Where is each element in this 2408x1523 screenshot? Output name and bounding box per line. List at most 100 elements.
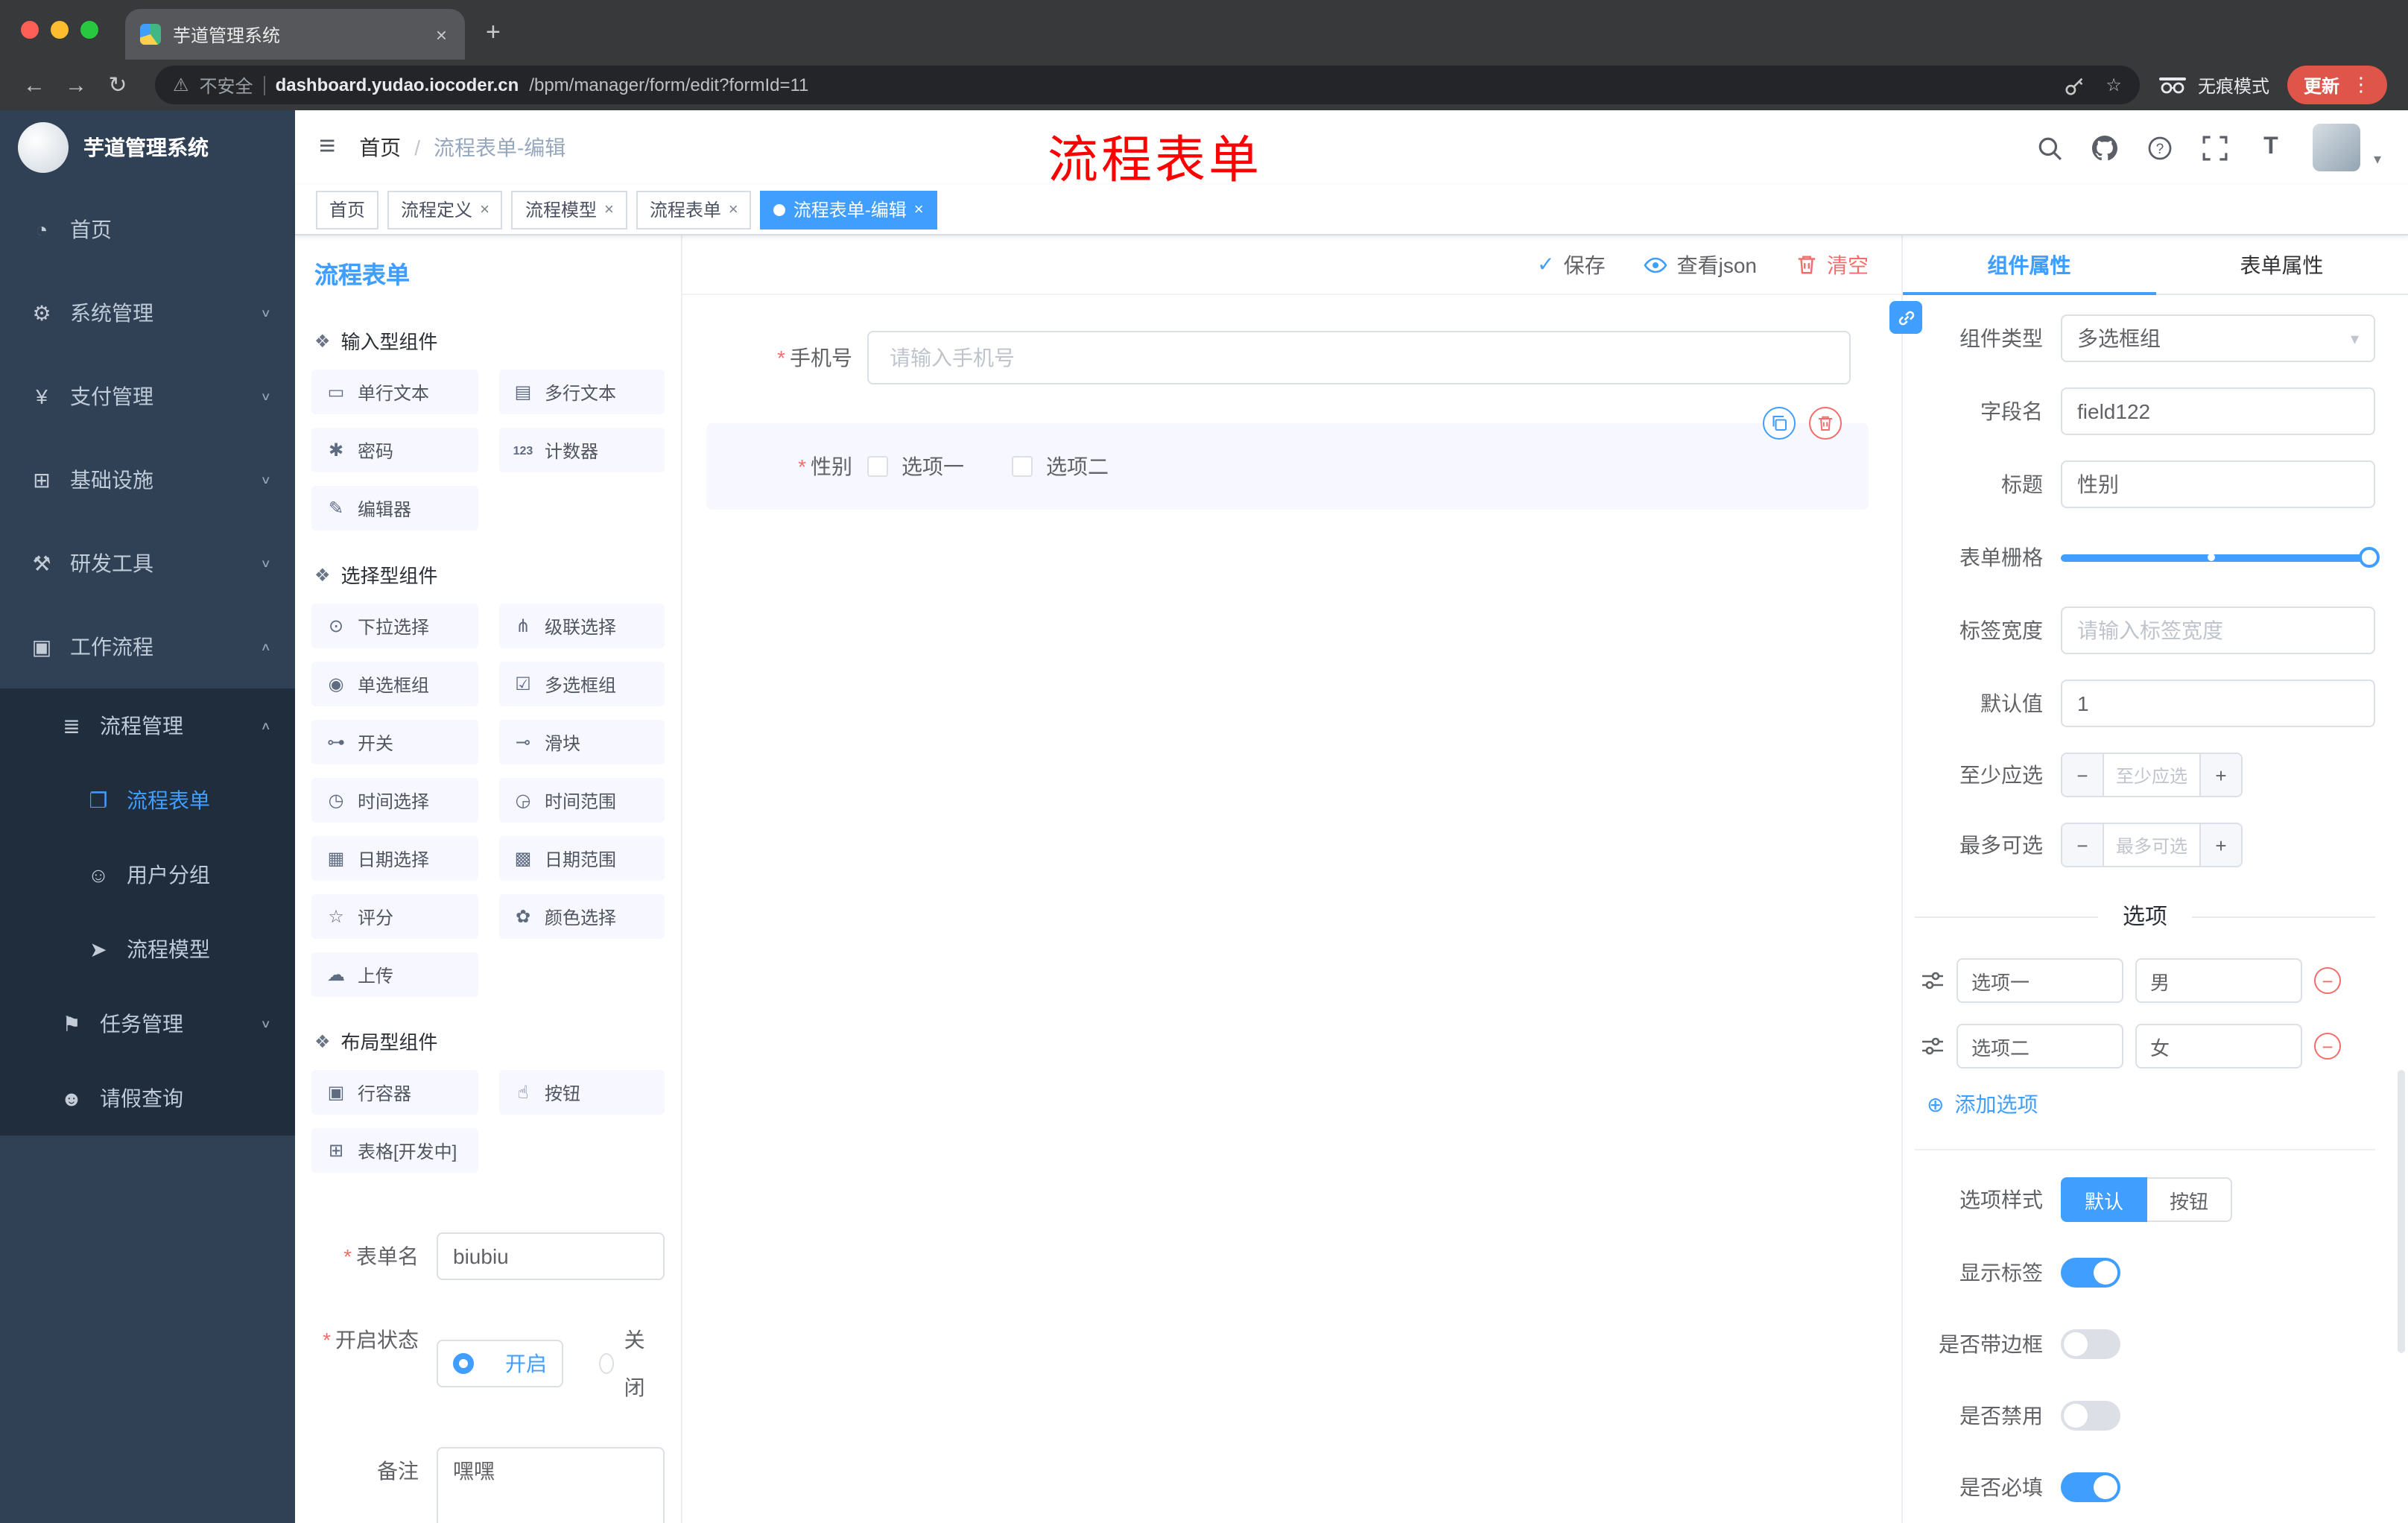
tab-process-form-edit[interactable]: 流程表单-编辑 × [760, 190, 937, 229]
tab-form-props[interactable]: 表单属性 [2155, 235, 2408, 294]
palette-item-single-line-text[interactable]: ▭ 单行文本 [311, 370, 478, 414]
zoom-window-button[interactable] [80, 21, 98, 39]
palette-item-rate[interactable]: ☆ 评分 [311, 894, 478, 939]
sidebar-item-process-model[interactable]: ➤ 流程模型 [0, 912, 295, 987]
style-button-button[interactable]: 按钮 [2147, 1177, 2233, 1222]
fullscreen-icon[interactable] [2202, 134, 2229, 161]
checkbox[interactable] [867, 456, 888, 477]
tab-process-form[interactable]: 流程表单 × [636, 190, 752, 229]
close-icon[interactable]: × [604, 200, 614, 218]
palette-item-row-container[interactable]: ▣ 行容器 [311, 1070, 478, 1115]
sidebar-logo[interactable]: 芋道管理系统 [0, 110, 295, 185]
sidebar-item-user-groups[interactable]: ☺ 用户分组 [0, 838, 295, 912]
palette-item-upload[interactable]: ☁ 上传 [311, 952, 478, 997]
palette-item-swit[interactable]: ⊶ 开关 [311, 720, 478, 764]
option-value-input[interactable] [2135, 958, 2302, 1003]
drag-handle-icon[interactable] [1921, 1034, 1945, 1058]
palette-item-time-range[interactable]: ◶ 时间范围 [498, 778, 665, 823]
help-icon[interactable]: ? [2147, 134, 2174, 161]
close-tab-icon[interactable]: × [433, 23, 450, 45]
close-icon[interactable]: × [729, 200, 738, 218]
palette-item-color-picker[interactable]: ✿ 颜色选择 [498, 894, 665, 939]
palette-item-button[interactable]: ☝ 按钮 [498, 1070, 665, 1115]
sidebar-item-infrastructure[interactable]: ⊞ 基础设施 ∨ [0, 438, 295, 522]
gender-option-1[interactable]: 选项一 [867, 452, 964, 481]
back-icon[interactable]: ← [15, 72, 54, 98]
add-option-button[interactable]: ⊕ 添加选项 [1915, 1089, 2375, 1119]
decrease-button[interactable]: − [2062, 754, 2104, 796]
status-radio-on[interactable]: 开启 [437, 1340, 563, 1387]
palette-item-table[interactable]: ⊞ 表格[开发中] [311, 1128, 478, 1173]
breadcrumb-home[interactable]: 首页 [359, 133, 401, 162]
max-select-placeholder[interactable]: 最多可选 [2104, 824, 2199, 866]
scrollbar-thumb[interactable] [2398, 1070, 2405, 1353]
tab-home[interactable]: 首页 [316, 190, 379, 229]
minimize-window-button[interactable] [51, 21, 69, 39]
close-icon[interactable]: × [914, 200, 924, 218]
phone-input[interactable] [867, 331, 1851, 384]
component-type-select[interactable]: 多选框组 ▾ [2061, 314, 2375, 362]
show-label-switch[interactable] [2061, 1258, 2120, 1288]
delete-field-button[interactable] [1809, 407, 1842, 440]
default-value-input[interactable] [2061, 680, 2375, 727]
with-border-switch[interactable] [2061, 1329, 2120, 1359]
tab-process-model[interactable]: 流程模型 × [511, 190, 627, 229]
form-remark-textarea[interactable]: 嘿嘿 [437, 1447, 665, 1523]
sidebar-item-system[interactable]: ⚙ 系统管理 ∨ [0, 271, 295, 355]
gender-option-2[interactable]: 选项二 [1012, 452, 1109, 481]
remove-option-button[interactable]: − [2314, 967, 2341, 994]
update-browser-button[interactable]: 更新 ⋮ [2287, 66, 2387, 104]
tab-component-props[interactable]: 组件属性 [1903, 235, 2155, 295]
close-icon[interactable]: × [480, 200, 489, 218]
sidebar-item-process-management[interactable]: ≣ 流程管理 ∧ [0, 688, 295, 763]
palette-item-password[interactable]: ✱ 密码 [311, 428, 478, 472]
palette-item-time-picker[interactable]: ◷ 时间选择 [311, 778, 478, 823]
disabled-switch[interactable] [2061, 1401, 2120, 1431]
address-bar[interactable]: ⚠ 不安全 dashboard.yudao.iocoder.cn /bpm/ma… [155, 66, 2140, 104]
title-input[interactable] [2061, 460, 2375, 508]
reload-icon[interactable]: ↻ [98, 72, 137, 98]
palette-item-slider[interactable]: ⊸ 滑块 [498, 720, 665, 764]
increase-button[interactable]: + [2199, 754, 2241, 796]
sidebar-item-leave-query[interactable]: ☻ 请假查询 [0, 1061, 295, 1136]
sidebar-item-task-management[interactable]: ⚑ 任务管理 ∨ [0, 987, 295, 1061]
palette-item-editor[interactable]: ✎ 编辑器 [311, 486, 478, 531]
min-select-placeholder[interactable]: 至少应选 [2104, 754, 2199, 796]
checkbox[interactable] [1012, 456, 1033, 477]
sidebar-item-workflow[interactable]: ▣ 工作流程 ∧ [0, 605, 295, 688]
forward-icon[interactable]: → [57, 72, 95, 98]
bookmark-star-icon[interactable]: ☆ [2106, 75, 2122, 95]
palette-item-date-range[interactable]: ▩ 日期范围 [498, 836, 665, 881]
new-tab-button[interactable]: + [486, 18, 501, 48]
github-icon[interactable] [2092, 134, 2119, 161]
palette-item-checkbox-group[interactable]: ☑ 多选框组 [498, 662, 665, 706]
tab-process-definition[interactable]: 流程定义 × [387, 190, 503, 229]
save-button[interactable]: ✓ 保存 [1537, 250, 1605, 279]
option-label-input[interactable] [1956, 958, 2123, 1003]
sidebar-item-home[interactable]: ◔ 首页 [0, 188, 295, 271]
field-name-input[interactable] [2061, 387, 2375, 435]
style-default-button[interactable]: 默认 [2061, 1177, 2148, 1222]
phone-field-row[interactable]: * 手机号 [706, 331, 1869, 384]
status-radio-off[interactable]: 关闭 [599, 1316, 651, 1411]
label-width-input[interactable] [2061, 607, 2375, 654]
palette-item-multi-line-text[interactable]: ▤ 多行文本 [498, 370, 665, 414]
gender-field-selected[interactable]: * 性别 选项一 选项二 [706, 407, 1869, 510]
palette-item-cascader[interactable]: ⋔ 级联选择 [498, 604, 665, 648]
clear-button[interactable]: 清空 [1796, 250, 1869, 279]
palette-item-date-picker[interactable]: ▦ 日期选择 [311, 836, 478, 881]
hamburger-icon[interactable]: ≡ [295, 131, 350, 164]
close-window-button[interactable] [21, 21, 39, 39]
browser-tab[interactable]: 芋道管理系统 × [125, 9, 465, 60]
drag-handle-icon[interactable] [1921, 969, 1945, 992]
font-size-icon[interactable]: T [2258, 134, 2284, 161]
view-json-button[interactable]: 查看json [1644, 250, 1757, 279]
option-label-input[interactable] [1956, 1024, 2123, 1068]
sidebar-item-devtools[interactable]: ⚒ 研发工具 ∨ [0, 522, 295, 605]
palette-item-radio-group[interactable]: ◉ 单选框组 [311, 662, 478, 706]
copy-field-button[interactable] [1763, 407, 1796, 440]
search-icon[interactable] [2037, 134, 2064, 161]
required-switch[interactable] [2061, 1472, 2120, 1502]
form-name-input[interactable] [437, 1232, 665, 1280]
link-badge[interactable] [1889, 301, 1922, 334]
